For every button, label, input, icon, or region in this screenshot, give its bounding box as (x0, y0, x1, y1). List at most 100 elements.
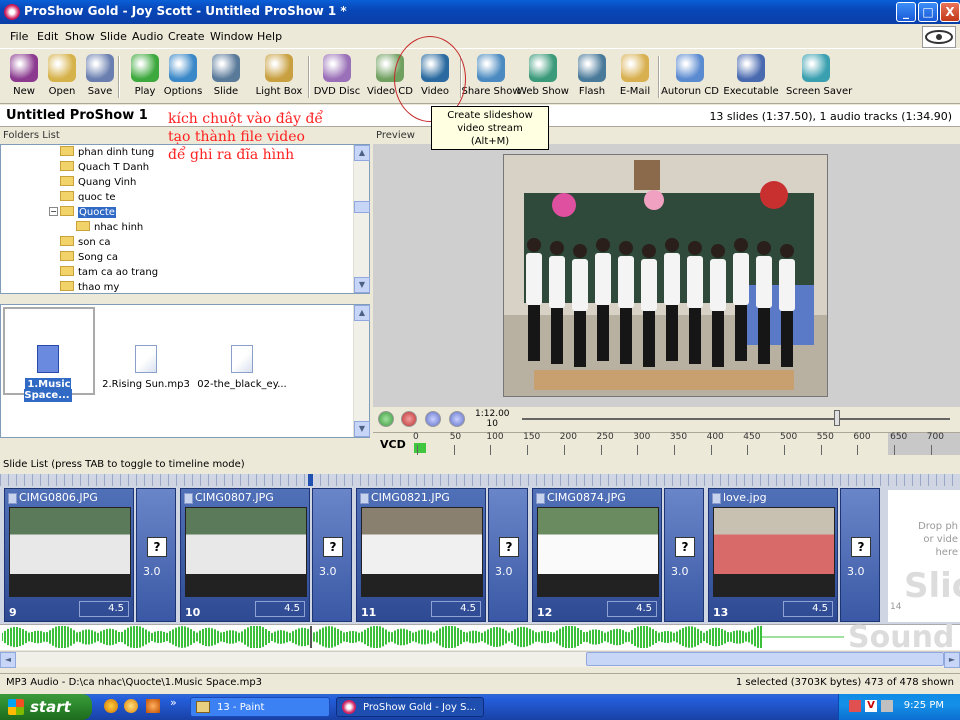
folder-item[interactable]: thao my (60, 281, 119, 296)
slide-drop-zone[interactable]: Drop ph or vide here Slic 14 (888, 490, 960, 622)
stop-preview-icon[interactable] (401, 411, 417, 427)
paint-icon[interactable] (146, 699, 160, 713)
timeline-ruler[interactable] (0, 474, 960, 486)
menu-show[interactable]: Show (65, 30, 95, 43)
task-proshow[interactable]: ProShow Gold - Joy S... (336, 697, 484, 717)
transition-duration[interactable]: 3.0 (143, 565, 161, 578)
scroll-down-icon[interactable]: ▼ (354, 421, 370, 437)
autorun-cd-button[interactable]: Autorun CD (660, 54, 720, 102)
slide-card[interactable]: love.jpg 13 4.5 (708, 488, 838, 622)
scroll-thumb[interactable] (586, 652, 944, 666)
random-transition-icon[interactable]: ? (675, 537, 695, 557)
proshow-app-icon[interactable] (4, 4, 20, 20)
seek-thumb[interactable] (834, 410, 840, 426)
folder-item[interactable]: Quocte (60, 206, 116, 221)
random-transition-icon[interactable]: ? (499, 537, 519, 557)
folder-item[interactable]: son ca (60, 236, 110, 251)
slide-button[interactable]: Slide (198, 54, 254, 102)
light-box-button[interactable]: Light Box (249, 54, 309, 102)
folders-list[interactable]: ▲ ▼ (0, 144, 370, 294)
folder-item[interactable]: phan dinh tung (60, 146, 154, 161)
transition-duration[interactable]: 3.0 (847, 565, 865, 578)
folder-item[interactable]: Quach T Danh (60, 161, 149, 176)
random-transition-icon[interactable]: ? (147, 537, 167, 557)
start-label: start (30, 698, 71, 716)
firefox-icon[interactable] (124, 699, 138, 713)
play-preview-icon[interactable] (378, 411, 394, 427)
antivirus-icon[interactable]: V (865, 700, 877, 712)
volume-icon[interactable] (881, 700, 893, 712)
slide-card[interactable]: CIMG0874.JPG 12 4.5 (532, 488, 662, 622)
dvd-disc-button[interactable]: DVD Disc (309, 54, 365, 102)
task-paint[interactable]: 13 - Paint (190, 697, 330, 717)
title-bar[interactable]: ProShow Gold - Joy Scott - Untitled ProS… (0, 0, 960, 24)
slide-number: 13 (713, 606, 729, 619)
start-button[interactable]: start (0, 694, 92, 720)
files-scrollbar[interactable]: ▲ ▼ (353, 305, 370, 437)
output-format[interactable]: VCD (380, 438, 406, 451)
random-transition-icon[interactable]: ? (851, 537, 871, 557)
transition-duration[interactable]: 3.0 (319, 565, 337, 578)
file-item[interactable]: 1.Music Space... (2, 345, 94, 402)
collapse-toggle-icon[interactable]: − (49, 207, 58, 216)
transition-card[interactable]: ? 3.0 (664, 488, 704, 622)
slide-duration[interactable]: 4.5 (783, 601, 833, 617)
slide-duration[interactable]: 4.5 (255, 601, 305, 617)
minimize-button[interactable]: _ (896, 2, 916, 22)
e-mail-button[interactable]: E-Mail (607, 54, 663, 102)
scroll-left-icon[interactable]: ◄ (0, 652, 16, 668)
tray-icon[interactable] (849, 700, 861, 712)
transition-duration[interactable]: 3.0 (671, 565, 689, 578)
screen-saver-icon (802, 54, 830, 82)
share-show-button[interactable]: Share Show (461, 54, 521, 102)
transition-card[interactable]: ? 3.0 (840, 488, 880, 622)
quick-launch-icon[interactable] (104, 699, 118, 713)
folder-item[interactable]: nhac hinh (76, 221, 143, 236)
folders-scrollbar[interactable]: ▲ ▼ (353, 145, 370, 293)
next-slide-icon[interactable] (449, 411, 465, 427)
screen-saver-button[interactable]: Screen Saver (786, 54, 852, 102)
menu-file[interactable]: File (10, 30, 28, 43)
folder-item[interactable]: quoc te (60, 191, 116, 206)
slide-card[interactable]: CIMG0821.JPG 11 4.5 (356, 488, 486, 622)
annotation-line: tạo thành file video (168, 129, 305, 145)
menu-slide[interactable]: Slide (100, 30, 127, 43)
scroll-thumb[interactable] (354, 201, 370, 213)
menu-window[interactable]: Window (210, 30, 253, 43)
menu-create[interactable]: Create (168, 30, 205, 43)
transition-card[interactable]: ? 3.0 (136, 488, 176, 622)
menu-audio[interactable]: Audio (132, 30, 163, 43)
slide-duration[interactable]: 4.5 (79, 601, 129, 617)
slide-card[interactable]: CIMG0807.JPG 10 4.5 (180, 488, 310, 622)
maximize-button[interactable]: □ (918, 2, 938, 22)
executable-button[interactable]: Executable (721, 54, 781, 102)
slide-card[interactable]: CIMG0806.JPG 9 4.5 (4, 488, 134, 622)
scroll-down-icon[interactable]: ▼ (354, 277, 370, 293)
menu-edit[interactable]: Edit (37, 30, 58, 43)
folder-item[interactable]: tam ca ao trang (60, 266, 158, 281)
scroll-up-icon[interactable]: ▲ (354, 305, 370, 321)
menu-help[interactable]: Help (257, 30, 282, 43)
slide-duration[interactable]: 4.5 (607, 601, 657, 617)
ruler-tick-label: 300 (633, 432, 651, 442)
file-item[interactable]: 2.Rising Sun.mp3 (100, 345, 192, 390)
web-show-button[interactable]: Web Show (515, 54, 571, 102)
transition-card[interactable]: ? 3.0 (488, 488, 528, 622)
toolbar-label: Light Box (255, 86, 303, 97)
transition-card[interactable]: ? 3.0 (312, 488, 352, 622)
folder-item[interactable]: Quang Vinh (60, 176, 136, 191)
close-button[interactable]: X (940, 2, 960, 22)
file-item[interactable]: 02-the_black_ey... (196, 345, 288, 390)
random-transition-icon[interactable]: ? (323, 537, 343, 557)
playhead-marker[interactable] (308, 474, 313, 486)
slide-duration[interactable]: 4.5 (431, 601, 481, 617)
quick-launch-chevron[interactable]: » (170, 696, 177, 709)
show-title[interactable]: Untitled ProShow 1 (6, 108, 148, 123)
scroll-up-icon[interactable]: ▲ (354, 145, 370, 161)
seek-track[interactable] (522, 418, 950, 420)
scroll-right-icon[interactable]: ► (944, 652, 960, 668)
previous-slide-icon[interactable] (425, 411, 441, 427)
audio-waveform[interactable] (2, 626, 844, 648)
transition-duration[interactable]: 3.0 (495, 565, 513, 578)
folder-item[interactable]: Song ca (60, 251, 118, 266)
